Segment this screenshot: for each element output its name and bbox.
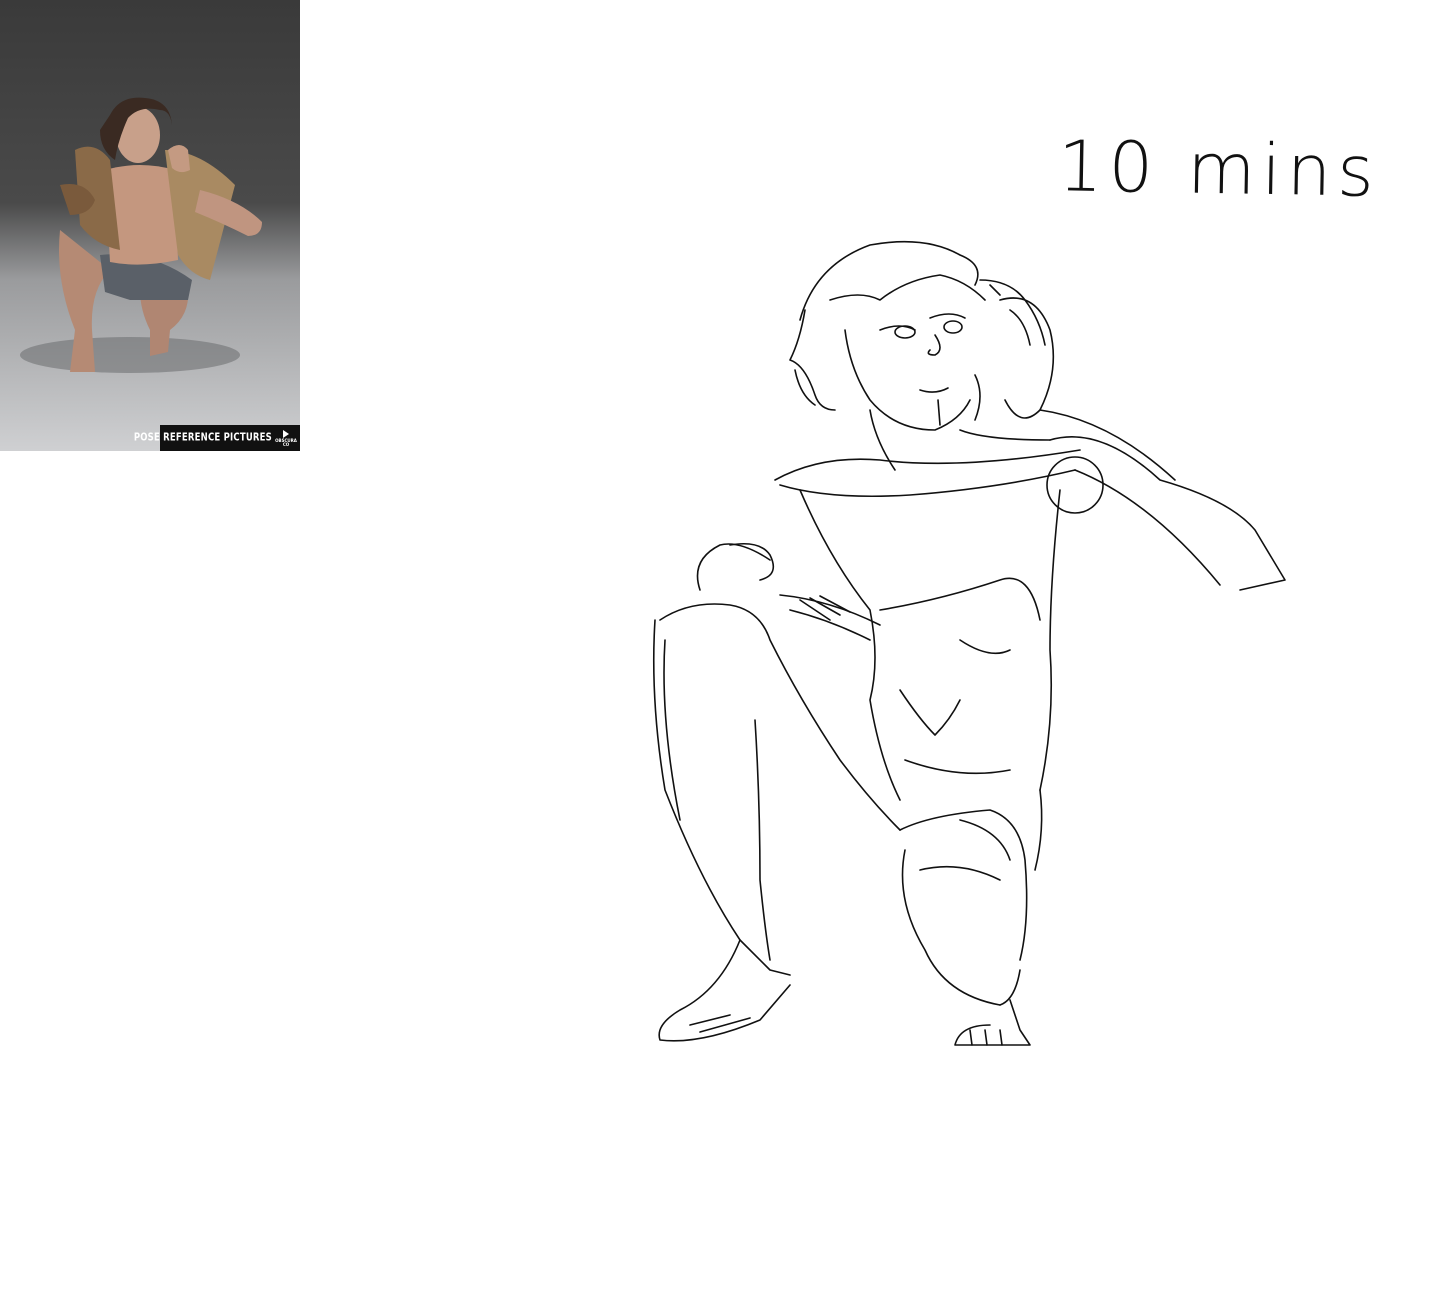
- figure-sketch: [652, 240, 1286, 1046]
